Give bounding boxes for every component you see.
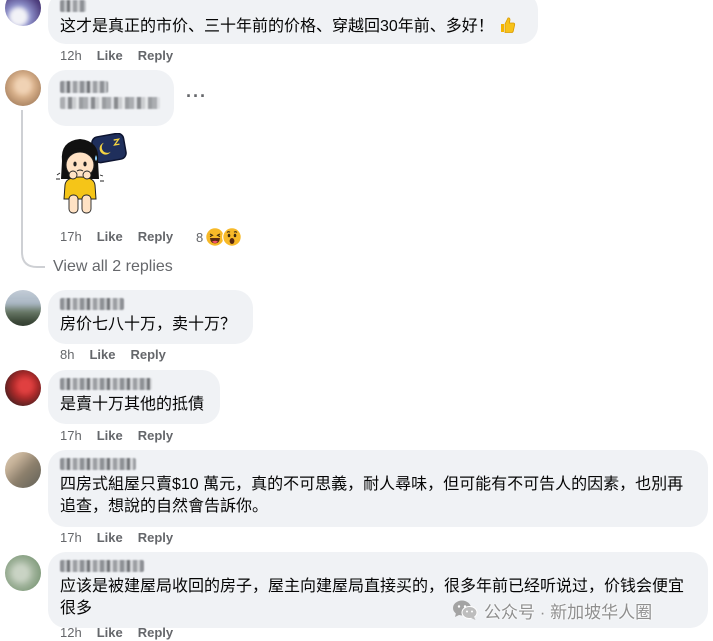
girl-with-pillow-sticker (52, 132, 128, 217)
author-name-blurred[interactable] (60, 560, 144, 572)
like-button[interactable]: Like (97, 229, 123, 245)
author-name-blurred[interactable] (60, 81, 108, 93)
commenter-avatar[interactable] (5, 370, 41, 406)
more-options-button[interactable]: ··· (186, 86, 207, 107)
comment-actions: 12h Like Reply (60, 625, 173, 640)
comment-time[interactable]: 17h (60, 530, 82, 546)
comment-actions: 17h Like Reply (60, 530, 173, 546)
comment-time[interactable]: 17h (60, 229, 82, 245)
like-button[interactable]: Like (97, 428, 123, 444)
comment-text: 是賣十万其他的抵債 (60, 396, 205, 413)
comment-text-blurred (60, 97, 160, 109)
comment-bubble: 是賣十万其他的抵債 (48, 370, 220, 424)
comment-time[interactable]: 12h (60, 48, 82, 64)
commenter-avatar[interactable] (5, 70, 41, 106)
like-button[interactable]: Like (97, 625, 123, 641)
author-name-blurred[interactable] (60, 0, 86, 12)
comment-time[interactable]: 17h (60, 428, 82, 444)
reaction-summary[interactable]: 8 (196, 227, 243, 247)
comment-bubble: 这才是真正的市价、三十年前的价格、穿越回30年前、多好！ (48, 0, 538, 44)
watermark-text: 公众号 · 新加坡华人圈 (484, 602, 653, 622)
reply-button[interactable]: Reply (138, 428, 173, 444)
reply-button[interactable]: Reply (130, 347, 165, 363)
comment-actions: 8h Like Reply (60, 347, 166, 363)
comment-text: 四房式組屋只賣$10 萬元，真的不可思義，耐人尋味，但可能有不可告人的因素，也別… (60, 476, 684, 515)
comment-time[interactable]: 8h (60, 347, 74, 363)
commenter-avatar[interactable] (5, 290, 41, 326)
commenter-avatar[interactable] (5, 452, 41, 488)
like-button[interactable]: Like (97, 530, 123, 546)
wow-icon (222, 227, 243, 247)
reply-button[interactable]: Reply (138, 229, 173, 245)
wechat-icon (453, 600, 478, 620)
thread-connector-line (21, 110, 45, 268)
watermark: 公众号 · 新加坡华人圈 (452, 598, 652, 622)
commenter-avatar[interactable] (5, 0, 41, 26)
comment-bubble: 四房式組屋只賣$10 萬元，真的不可思義，耐人尋味，但可能有不可告人的因素，也別… (48, 450, 708, 527)
like-button[interactable]: Like (97, 48, 123, 64)
author-name-blurred[interactable] (60, 458, 136, 470)
comment-text-content: 这才是真正的市价、三十年前的价格、穿越回30年前、多好！ (60, 18, 494, 35)
reply-button[interactable]: Reply (138, 48, 173, 64)
author-name-blurred[interactable] (60, 378, 152, 390)
view-replies-link[interactable]: View all 2 replies (53, 257, 173, 277)
like-button[interactable]: Like (89, 347, 115, 363)
comment-actions: 12h Like Reply (60, 48, 173, 64)
commenter-avatar[interactable] (5, 555, 41, 591)
comment-bubble (48, 70, 174, 126)
reaction-count: 8 (196, 229, 204, 245)
comment-actions: 17h Like Reply (60, 428, 173, 444)
reply-button[interactable]: Reply (138, 530, 173, 546)
comment-text: 房价七八十万，卖十万？ (60, 316, 237, 333)
comment-actions: 17h Like Reply (60, 229, 173, 245)
comment-time[interactable]: 12h (60, 625, 82, 641)
comment-text: 这才是真正的市价、三十年前的价格、穿越回30年前、多好！ (60, 16, 526, 38)
author-name-blurred[interactable] (60, 298, 124, 310)
reply-button[interactable]: Reply (138, 625, 173, 641)
comment-bubble: 房价七八十万，卖十万？ (48, 290, 253, 344)
thumbs-up-icon (500, 17, 515, 33)
